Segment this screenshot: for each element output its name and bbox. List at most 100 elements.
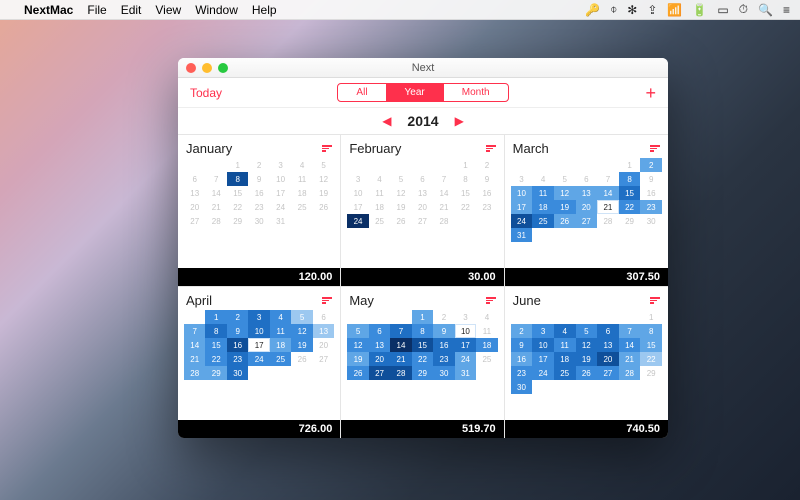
- day-cell[interactable]: 21: [433, 200, 454, 214]
- day-cell[interactable]: 24: [511, 214, 533, 228]
- day-cell[interactable]: 19: [554, 200, 576, 214]
- close-button[interactable]: [186, 63, 196, 73]
- day-cell[interactable]: 14: [205, 186, 226, 200]
- day-cell[interactable]: 12: [313, 172, 334, 186]
- day-cell[interactable]: 8: [640, 324, 662, 338]
- day-cell[interactable]: 17: [248, 338, 269, 352]
- status-wifi-icon[interactable]: 📶: [667, 3, 682, 17]
- status-key-icon[interactable]: 🔑: [585, 3, 600, 17]
- day-cell[interactable]: 9: [433, 324, 454, 338]
- day-cell[interactable]: 20: [597, 352, 619, 366]
- day-cell[interactable]: 7: [619, 324, 641, 338]
- day-cell[interactable]: 14: [597, 186, 619, 200]
- menu-file[interactable]: File: [87, 3, 106, 17]
- day-cell[interactable]: 5: [576, 324, 598, 338]
- segment-year[interactable]: Year: [386, 84, 443, 101]
- day-cell[interactable]: 27: [412, 214, 433, 228]
- next-year-button[interactable]: ▶: [455, 114, 464, 128]
- day-cell[interactable]: 7: [205, 172, 226, 186]
- menu-view[interactable]: View: [155, 3, 181, 17]
- day-cell[interactable]: 6: [576, 172, 598, 186]
- day-cell[interactable]: 18: [554, 352, 576, 366]
- day-cell[interactable]: 22: [640, 352, 662, 366]
- day-cell[interactable]: 10: [248, 324, 269, 338]
- day-cell[interactable]: 7: [390, 324, 411, 338]
- day-cell[interactable]: 9: [248, 172, 269, 186]
- day-cell[interactable]: 24: [248, 352, 269, 366]
- day-cell[interactable]: 4: [554, 324, 576, 338]
- day-cell[interactable]: 13: [412, 186, 433, 200]
- day-cell[interactable]: 24: [270, 200, 291, 214]
- day-cell[interactable]: 27: [369, 366, 390, 380]
- filter-icon[interactable]: [322, 297, 332, 304]
- day-cell[interactable]: 18: [532, 200, 554, 214]
- today-button[interactable]: Today: [190, 86, 222, 100]
- day-cell[interactable]: 30: [640, 214, 662, 228]
- status-sync-icon[interactable]: ⇪: [647, 3, 657, 17]
- day-cell[interactable]: 15: [205, 338, 226, 352]
- day-cell[interactable]: 16: [640, 186, 662, 200]
- day-cell[interactable]: 1: [619, 158, 641, 172]
- day-cell[interactable]: 27: [184, 214, 205, 228]
- day-cell[interactable]: 14: [619, 338, 641, 352]
- filter-icon[interactable]: [650, 145, 660, 152]
- day-cell[interactable]: 7: [433, 172, 454, 186]
- day-cell[interactable]: 1: [412, 310, 433, 324]
- day-cell[interactable]: 10: [511, 186, 533, 200]
- day-cell[interactable]: 25: [554, 366, 576, 380]
- day-cell[interactable]: 7: [597, 172, 619, 186]
- day-cell[interactable]: 29: [619, 214, 641, 228]
- day-cell[interactable]: 4: [291, 158, 312, 172]
- day-cell[interactable]: 26: [554, 214, 576, 228]
- add-button[interactable]: +: [645, 84, 656, 102]
- day-cell[interactable]: 20: [412, 200, 433, 214]
- day-cell[interactable]: 21: [205, 200, 226, 214]
- day-cell[interactable]: 6: [369, 324, 390, 338]
- day-cell[interactable]: 21: [619, 352, 641, 366]
- day-cell[interactable]: 22: [619, 200, 641, 214]
- day-cell[interactable]: 11: [291, 172, 312, 186]
- app-name[interactable]: NextMac: [24, 3, 73, 17]
- day-cell[interactable]: 23: [433, 352, 454, 366]
- day-cell[interactable]: 12: [554, 186, 576, 200]
- day-cell[interactable]: 14: [433, 186, 454, 200]
- day-cell[interactable]: 4: [270, 310, 291, 324]
- day-cell[interactable]: 26: [390, 214, 411, 228]
- day-cell[interactable]: 30: [248, 214, 269, 228]
- day-cell[interactable]: 5: [313, 158, 334, 172]
- day-cell[interactable]: 1: [205, 310, 226, 324]
- status-power-icon[interactable]: ⌽: [610, 2, 617, 17]
- day-cell[interactable]: 17: [511, 200, 533, 214]
- day-cell[interactable]: 17: [532, 352, 554, 366]
- day-cell[interactable]: 31: [511, 228, 533, 242]
- day-cell[interactable]: 25: [369, 214, 390, 228]
- day-cell[interactable]: 27: [313, 352, 334, 366]
- day-cell[interactable]: 15: [412, 338, 433, 352]
- day-cell[interactable]: 20: [184, 200, 205, 214]
- segment-month[interactable]: Month: [443, 84, 508, 101]
- day-cell[interactable]: 3: [270, 158, 291, 172]
- status-display-icon[interactable]: ▭: [717, 3, 728, 17]
- day-cell[interactable]: 15: [227, 186, 248, 200]
- menu-help[interactable]: Help: [252, 3, 277, 17]
- day-cell[interactable]: 8: [205, 324, 226, 338]
- day-cell[interactable]: 12: [347, 338, 368, 352]
- day-cell[interactable]: 13: [597, 338, 619, 352]
- day-cell[interactable]: 8: [412, 324, 433, 338]
- day-cell[interactable]: 18: [291, 186, 312, 200]
- day-cell[interactable]: 2: [248, 158, 269, 172]
- day-cell[interactable]: 15: [619, 186, 641, 200]
- day-cell[interactable]: 20: [576, 200, 598, 214]
- day-cell[interactable]: 26: [347, 366, 368, 380]
- prev-year-button[interactable]: ◀: [382, 114, 391, 128]
- day-cell[interactable]: 22: [412, 352, 433, 366]
- day-cell[interactable]: 31: [270, 214, 291, 228]
- day-cell[interactable]: 3: [347, 172, 368, 186]
- status-notifications-icon[interactable]: ≡: [783, 3, 790, 17]
- day-cell[interactable]: 5: [554, 172, 576, 186]
- day-cell[interactable]: 2: [227, 310, 248, 324]
- day-cell[interactable]: 20: [313, 338, 334, 352]
- day-cell[interactable]: 17: [455, 338, 476, 352]
- day-cell[interactable]: 24: [532, 366, 554, 380]
- day-cell[interactable]: 21: [597, 200, 619, 214]
